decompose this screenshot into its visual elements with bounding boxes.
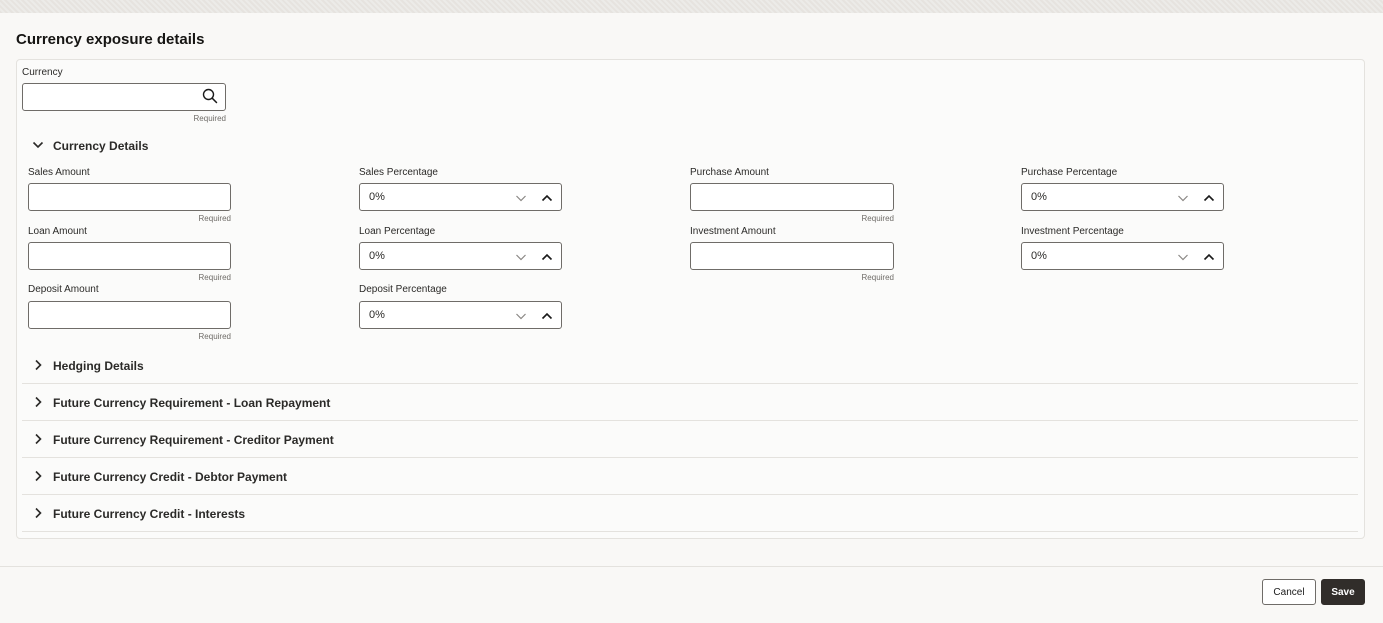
creditor-payment-title: Future Currency Requirement - Creditor P…: [53, 433, 334, 447]
debtor-payment-title: Future Currency Credit - Debtor Payment: [53, 470, 288, 484]
page-title: Currency exposure details: [16, 31, 205, 48]
chevron-right-icon: [35, 396, 42, 408]
sales-amount-input[interactable]: [28, 183, 231, 211]
deposit-amount-required-hint: Required: [198, 332, 231, 341]
loan-repayment-section-header[interactable]: Future Currency Requirement - Loan Repay…: [22, 384, 1358, 421]
chevron-down-icon[interactable]: [1177, 251, 1189, 263]
purchase-percentage-label: Purchase Percentage: [1021, 167, 1118, 178]
deposit-percentage-value: 0%: [369, 309, 385, 321]
purchase-amount-label: Purchase Amount: [690, 167, 769, 178]
chevron-up-icon[interactable]: [541, 310, 553, 322]
investment-amount-label: Investment Amount: [690, 226, 776, 237]
chevron-up-icon[interactable]: [541, 251, 553, 263]
purchase-amount-input[interactable]: [690, 183, 894, 211]
chevron-up-icon[interactable]: [1203, 251, 1215, 263]
investment-percentage-label: Investment Percentage: [1021, 226, 1124, 237]
chevron-down-icon[interactable]: [1177, 192, 1189, 204]
loan-amount-label: Loan Amount: [28, 226, 87, 237]
currency-search-input[interactable]: [22, 83, 226, 111]
deposit-percentage-select[interactable]: 0%: [359, 301, 562, 329]
chevron-down-icon: [32, 141, 44, 149]
chevron-up-icon[interactable]: [1203, 192, 1215, 204]
chevron-down-icon[interactable]: [515, 251, 527, 263]
currency-details-section-header[interactable]: Currency Details: [22, 127, 1358, 164]
currency-label: Currency: [22, 67, 63, 78]
chevron-right-icon: [35, 433, 42, 445]
sales-percentage-select[interactable]: 0%: [359, 183, 562, 211]
loan-percentage-select[interactable]: 0%: [359, 242, 562, 270]
chevron-down-icon[interactable]: [515, 192, 527, 204]
chevron-right-icon: [35, 470, 42, 482]
loan-repayment-title: Future Currency Requirement - Loan Repay…: [53, 396, 331, 410]
top-banner-strip: [0, 0, 1383, 13]
sales-percentage-label: Sales Percentage: [359, 167, 438, 178]
loan-percentage-label: Loan Percentage: [359, 226, 436, 237]
chevron-right-icon: [35, 507, 42, 519]
search-icon[interactable]: [202, 88, 218, 104]
hedging-details-title: Hedging Details: [53, 359, 144, 373]
deposit-percentage-label: Deposit Percentage: [359, 284, 447, 295]
purchase-percentage-select[interactable]: 0%: [1021, 183, 1224, 211]
sales-percentage-value: 0%: [369, 191, 385, 203]
purchase-percentage-value: 0%: [1031, 191, 1047, 203]
chevron-down-icon[interactable]: [515, 310, 527, 322]
chevron-right-icon: [35, 359, 42, 371]
footer-divider: [0, 566, 1383, 567]
debtor-payment-section-header[interactable]: Future Currency Credit - Debtor Payment: [22, 458, 1358, 495]
investment-percentage-value: 0%: [1031, 250, 1047, 262]
currency-details-title: Currency Details: [53, 139, 149, 153]
loan-amount-required-hint: Required: [198, 273, 231, 282]
investment-amount-required-hint: Required: [861, 273, 894, 282]
chevron-up-icon[interactable]: [541, 192, 553, 204]
creditor-payment-section-header[interactable]: Future Currency Requirement - Creditor P…: [22, 421, 1358, 458]
loan-amount-input[interactable]: [28, 242, 231, 270]
interests-title: Future Currency Credit - Interests: [53, 507, 246, 521]
save-button[interactable]: Save: [1321, 579, 1365, 605]
sales-amount-label: Sales Amount: [28, 167, 90, 178]
investment-percentage-select[interactable]: 0%: [1021, 242, 1224, 270]
cancel-button[interactable]: Cancel: [1262, 579, 1316, 605]
purchase-amount-required-hint: Required: [861, 214, 894, 223]
investment-amount-input[interactable]: [690, 242, 894, 270]
deposit-amount-label: Deposit Amount: [28, 284, 99, 295]
currency-required-hint: Required: [193, 114, 226, 123]
sales-amount-required-hint: Required: [198, 214, 231, 223]
hedging-details-section-header[interactable]: Hedging Details: [22, 347, 1358, 384]
interests-section-header[interactable]: Future Currency Credit - Interests: [22, 495, 1358, 532]
deposit-amount-input[interactable]: [28, 301, 231, 329]
loan-percentage-value: 0%: [369, 250, 385, 262]
